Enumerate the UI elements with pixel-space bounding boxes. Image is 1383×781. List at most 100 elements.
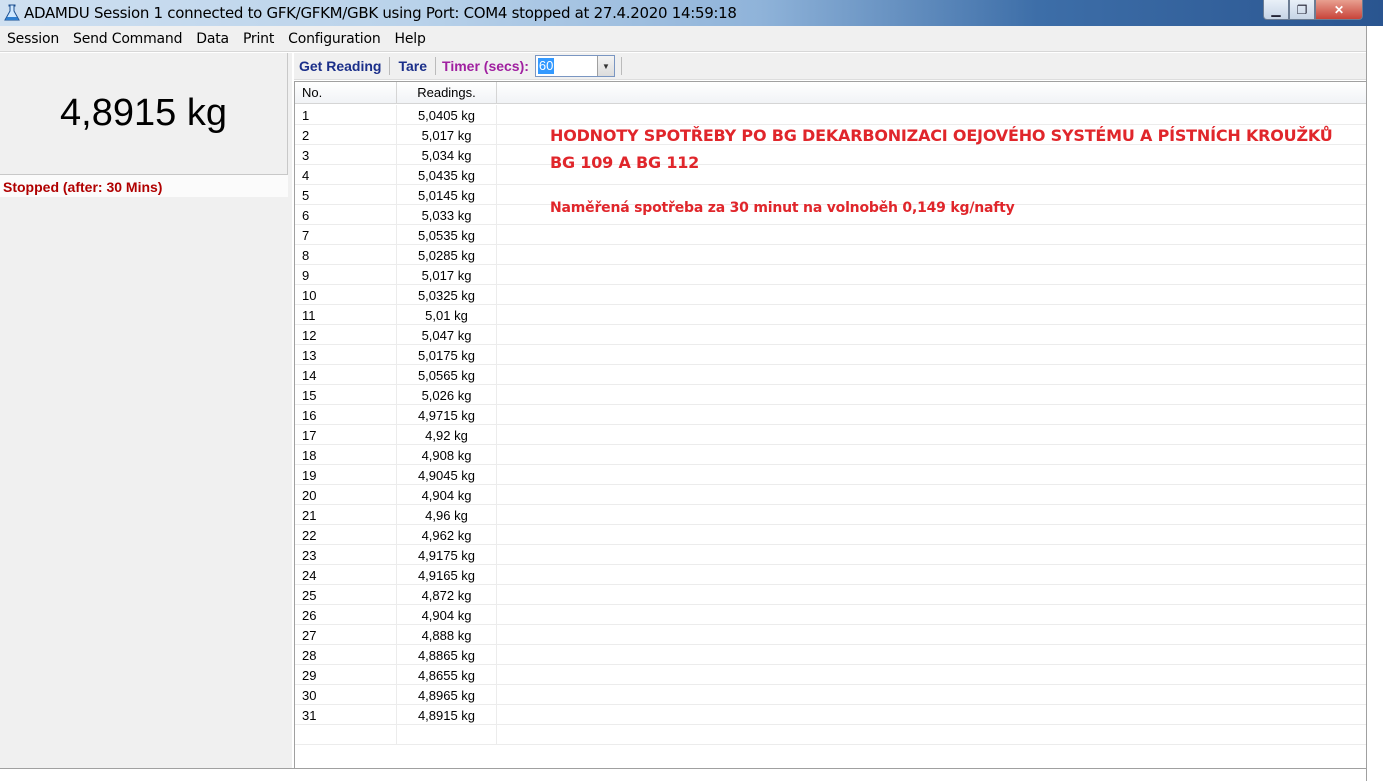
annotation-consumption: Naměřená spotřeba za 30 minut na volnobě… — [550, 200, 1015, 216]
table-row[interactable]: 10 5,0325 kg — [295, 285, 1366, 305]
cell-empty — [497, 465, 1366, 485]
cell-empty — [497, 605, 1366, 625]
cell-empty — [497, 245, 1366, 265]
header-readings[interactable]: Readings. — [397, 82, 497, 104]
table-row[interactable]: 30 4,8965 kg — [295, 685, 1366, 705]
cell-no: 26 — [295, 605, 397, 625]
header-no[interactable]: No. — [295, 82, 397, 104]
table-row[interactable] — [295, 725, 1366, 745]
cell-no: 14 — [295, 365, 397, 385]
table-row[interactable]: 28 4,8865 kg — [295, 645, 1366, 665]
table-row[interactable]: 31 4,8915 kg — [295, 705, 1366, 725]
table-row[interactable]: 20 4,904 kg — [295, 485, 1366, 505]
cell-empty — [497, 385, 1366, 405]
table-row[interactable]: 15 5,026 kg — [295, 385, 1366, 405]
cell-no: 23 — [295, 545, 397, 565]
table-row[interactable]: 19 4,9045 kg — [295, 465, 1366, 485]
cell-empty — [497, 585, 1366, 605]
timer-label: Timer (secs): — [442, 58, 529, 74]
cell-empty — [497, 565, 1366, 585]
cell-no: 19 — [295, 465, 397, 485]
cell-no: 16 — [295, 405, 397, 425]
cell-empty — [497, 705, 1366, 725]
cell-reading — [397, 725, 497, 745]
cell-reading: 4,962 kg — [397, 525, 497, 545]
table-row[interactable]: 27 4,888 kg — [295, 625, 1366, 645]
cell-empty — [497, 325, 1366, 345]
cell-reading: 5,033 kg — [397, 205, 497, 225]
minimize-button[interactable]: ▁ — [1263, 0, 1289, 20]
cell-empty — [497, 425, 1366, 445]
cell-no: 22 — [295, 525, 397, 545]
cell-empty — [497, 445, 1366, 465]
cell-no — [295, 725, 397, 745]
menu-data[interactable]: Data — [189, 31, 236, 47]
cell-no: 4 — [295, 165, 397, 185]
flask-icon — [4, 4, 20, 21]
table-row[interactable]: 29 4,8655 kg — [295, 665, 1366, 685]
cell-reading: 5,0285 kg — [397, 245, 497, 265]
cell-empty — [497, 345, 1366, 365]
toolbar-separator — [435, 57, 437, 75]
cell-empty — [497, 685, 1366, 705]
window-border-bottom — [0, 768, 1366, 781]
cell-reading: 5,0435 kg — [397, 165, 497, 185]
menu-send-command[interactable]: Send Command — [66, 31, 189, 47]
cell-no: 9 — [295, 265, 397, 285]
table-row[interactable]: 13 5,0175 kg — [295, 345, 1366, 365]
table-row[interactable]: 23 4,9175 kg — [295, 545, 1366, 565]
tare-button[interactable]: Tare — [393, 58, 432, 74]
get-reading-button[interactable]: Get Reading — [294, 58, 386, 74]
table-row[interactable]: 7 5,0535 kg — [295, 225, 1366, 245]
cell-reading: 4,9715 kg — [397, 405, 497, 425]
table-row[interactable]: 22 4,962 kg — [295, 525, 1366, 545]
cell-no: 31 — [295, 705, 397, 725]
cell-reading: 4,908 kg — [397, 445, 497, 465]
table-row[interactable]: 26 4,904 kg — [295, 605, 1366, 625]
cell-reading: 4,8965 kg — [397, 685, 497, 705]
title-bar[interactable]: ADAMDU Session 1 connected to GFK/GFKM/G… — [0, 0, 1383, 26]
table-row[interactable]: 16 4,9715 kg — [295, 405, 1366, 425]
menu-configuration[interactable]: Configuration — [281, 31, 387, 47]
cell-reading: 5,01 kg — [397, 305, 497, 325]
table-row[interactable]: 24 4,9165 kg — [295, 565, 1366, 585]
cell-no: 17 — [295, 425, 397, 445]
cell-reading: 5,0145 kg — [397, 185, 497, 205]
menu-help[interactable]: Help — [388, 31, 433, 47]
cell-empty — [497, 545, 1366, 565]
cell-no: 1 — [295, 105, 397, 125]
chevron-down-icon[interactable]: ▼ — [596, 56, 614, 76]
cell-empty — [497, 225, 1366, 245]
table-row[interactable]: 14 5,0565 kg — [295, 365, 1366, 385]
cell-no: 5 — [295, 185, 397, 205]
close-button[interactable]: ✕ — [1315, 0, 1363, 20]
toolbar-separator — [389, 57, 391, 75]
cell-no: 15 — [295, 385, 397, 405]
table-row[interactable]: 21 4,96 kg — [295, 505, 1366, 525]
window-title: ADAMDU Session 1 connected to GFK/GFKM/G… — [24, 4, 737, 22]
cell-reading: 4,92 kg — [397, 425, 497, 445]
cell-reading: 5,017 kg — [397, 125, 497, 145]
cell-empty — [497, 365, 1366, 385]
timer-select[interactable]: 60 ▼ — [534, 55, 615, 77]
cell-no: 30 — [295, 685, 397, 705]
cell-reading: 4,904 kg — [397, 485, 497, 505]
table-row[interactable]: 25 4,872 kg — [295, 585, 1366, 605]
table-row[interactable]: 12 5,047 kg — [295, 325, 1366, 345]
table-row[interactable]: 9 5,017 kg — [295, 265, 1366, 285]
readings-grid[interactable]: No. Readings. 1 5,0405 kg 2 5,017 kg 3 5,034 … — [294, 81, 1366, 768]
cell-empty — [497, 505, 1366, 525]
menu-print[interactable]: Print — [236, 31, 281, 47]
table-row[interactable]: 18 4,908 kg — [295, 445, 1366, 465]
table-row[interactable]: 17 4,92 kg — [295, 425, 1366, 445]
cell-reading: 4,9175 kg — [397, 545, 497, 565]
cell-reading: 4,9165 kg — [397, 565, 497, 585]
cell-no: 13 — [295, 345, 397, 365]
table-row[interactable]: 11 5,01 kg — [295, 305, 1366, 325]
cell-reading: 4,872 kg — [397, 585, 497, 605]
cell-reading: 4,8865 kg — [397, 645, 497, 665]
table-row[interactable]: 8 5,0285 kg — [295, 245, 1366, 265]
maximize-button[interactable]: ❐ — [1289, 0, 1315, 20]
menu-session[interactable]: Session — [0, 31, 66, 47]
timer-value[interactable]: 60 — [537, 58, 555, 74]
